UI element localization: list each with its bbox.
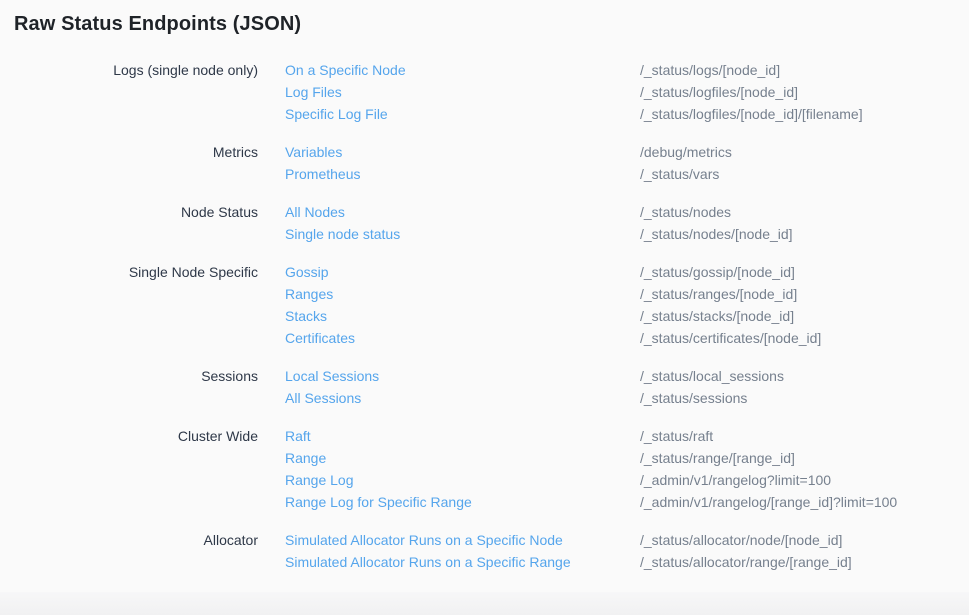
endpoint-path: /debug/metrics	[640, 141, 732, 163]
endpoint-path: /_status/vars	[640, 163, 719, 185]
endpoint-link[interactable]: Stacks	[285, 305, 640, 327]
endpoint-link[interactable]: Local Sessions	[285, 365, 640, 387]
category-label: Node Status	[0, 201, 258, 245]
endpoint-rows: Raft /_status/raft Range /_status/range/…	[285, 425, 897, 513]
endpoint-row: Ranges /_status/ranges/[node_id]	[285, 283, 821, 305]
endpoint-path: /_status/range/[range_id]	[640, 447, 795, 469]
category-label: Metrics	[0, 141, 258, 185]
endpoint-row: Range /_status/range/[range_id]	[285, 447, 897, 469]
endpoint-link[interactable]: Log Files	[285, 81, 640, 103]
endpoint-link[interactable]: Simulated Allocator Runs on a Specific N…	[285, 529, 640, 551]
endpoint-link[interactable]: Raft	[285, 425, 640, 447]
endpoint-path: /_status/stacks/[node_id]	[640, 305, 794, 327]
endpoint-link[interactable]: On a Specific Node	[285, 59, 640, 81]
category-label: Single Node Specific	[0, 261, 258, 349]
endpoint-path: /_status/ranges/[node_id]	[640, 283, 797, 305]
endpoint-group: Allocator Simulated Allocator Runs on a …	[0, 529, 969, 573]
endpoint-path: /_admin/v1/rangelog/[range_id]?limit=100	[640, 491, 897, 513]
endpoint-link[interactable]: Ranges	[285, 283, 640, 305]
endpoint-link[interactable]: Specific Log File	[285, 103, 640, 125]
endpoint-path: /_status/local_sessions	[640, 365, 784, 387]
category-label: Sessions	[0, 365, 258, 409]
footer-strip	[0, 592, 969, 615]
endpoint-group: Cluster Wide Raft /_status/raft Range /_…	[0, 425, 969, 513]
category-label: Logs (single node only)	[0, 59, 258, 125]
endpoint-link[interactable]: Variables	[285, 141, 640, 163]
endpoint-path: /_status/logs/[node_id]	[640, 59, 780, 81]
endpoint-row: Specific Log File /_status/logfiles/[nod…	[285, 103, 863, 125]
endpoint-row: Single node status /_status/nodes/[node_…	[285, 223, 793, 245]
endpoint-rows: Local Sessions /_status/local_sessions A…	[285, 365, 784, 409]
endpoint-link[interactable]: Gossip	[285, 261, 640, 283]
page-title: Raw Status Endpoints (JSON)	[14, 12, 969, 36]
category-label: Cluster Wide	[0, 425, 258, 513]
endpoint-row: Gossip /_status/gossip/[node_id]	[285, 261, 821, 283]
endpoint-path: /_status/nodes	[640, 201, 731, 223]
endpoint-group: Node Status All Nodes /_status/nodes Sin…	[0, 201, 969, 245]
endpoint-row: On a Specific Node /_status/logs/[node_i…	[285, 59, 863, 81]
endpoint-path: /_status/certificates/[node_id]	[640, 327, 821, 349]
endpoint-row: Local Sessions /_status/local_sessions	[285, 365, 784, 387]
category-label: Allocator	[0, 529, 258, 573]
endpoint-row: Simulated Allocator Runs on a Specific R…	[285, 551, 852, 573]
endpoint-row: Prometheus /_status/vars	[285, 163, 732, 185]
endpoint-row: Simulated Allocator Runs on a Specific N…	[285, 529, 852, 551]
endpoint-rows: Gossip /_status/gossip/[node_id] Ranges …	[285, 261, 821, 349]
endpoint-row: Range Log /_admin/v1/rangelog?limit=100	[285, 469, 897, 491]
endpoint-row: Log Files /_status/logfiles/[node_id]	[285, 81, 863, 103]
endpoint-path: /_status/sessions	[640, 387, 747, 409]
endpoint-link[interactable]: Prometheus	[285, 163, 640, 185]
endpoint-row: All Sessions /_status/sessions	[285, 387, 784, 409]
endpoint-row: Certificates /_status/certificates/[node…	[285, 327, 821, 349]
endpoint-path: /_status/raft	[640, 425, 713, 447]
endpoint-link[interactable]: Simulated Allocator Runs on a Specific R…	[285, 551, 640, 573]
endpoint-row: Range Log for Specific Range /_admin/v1/…	[285, 491, 897, 513]
endpoint-link[interactable]: All Nodes	[285, 201, 640, 223]
endpoint-rows: Simulated Allocator Runs on a Specific N…	[285, 529, 852, 573]
endpoint-path: /_status/logfiles/[node_id]/[filename]	[640, 103, 863, 125]
endpoint-path: /_status/allocator/node/[node_id]	[640, 529, 842, 551]
endpoint-path: /_admin/v1/rangelog?limit=100	[640, 469, 831, 491]
endpoint-link[interactable]: Range Log for Specific Range	[285, 491, 640, 513]
endpoint-row: Stacks /_status/stacks/[node_id]	[285, 305, 821, 327]
endpoint-groups: Logs (single node only) On a Specific No…	[0, 59, 969, 573]
endpoint-group: Metrics Variables /debug/metrics Prometh…	[0, 141, 969, 185]
endpoint-path: /_status/logfiles/[node_id]	[640, 81, 798, 103]
endpoint-row: Raft /_status/raft	[285, 425, 897, 447]
endpoint-link[interactable]: Range	[285, 447, 640, 469]
endpoint-path: /_status/allocator/range/[range_id]	[640, 551, 852, 573]
endpoint-row: Variables /debug/metrics	[285, 141, 732, 163]
endpoint-link[interactable]: Certificates	[285, 327, 640, 349]
endpoint-rows: Variables /debug/metrics Prometheus /_st…	[285, 141, 732, 185]
endpoint-rows: On a Specific Node /_status/logs/[node_i…	[285, 59, 863, 125]
endpoint-group: Logs (single node only) On a Specific No…	[0, 59, 969, 125]
endpoint-link[interactable]: Single node status	[285, 223, 640, 245]
endpoint-path: /_status/gossip/[node_id]	[640, 261, 795, 283]
endpoint-row: All Nodes /_status/nodes	[285, 201, 793, 223]
endpoint-rows: All Nodes /_status/nodes Single node sta…	[285, 201, 793, 245]
endpoint-path: /_status/nodes/[node_id]	[640, 223, 793, 245]
endpoint-group: Single Node Specific Gossip /_status/gos…	[0, 261, 969, 349]
endpoint-link[interactable]: All Sessions	[285, 387, 640, 409]
endpoint-group: Sessions Local Sessions /_status/local_s…	[0, 365, 969, 409]
endpoint-link[interactable]: Range Log	[285, 469, 640, 491]
